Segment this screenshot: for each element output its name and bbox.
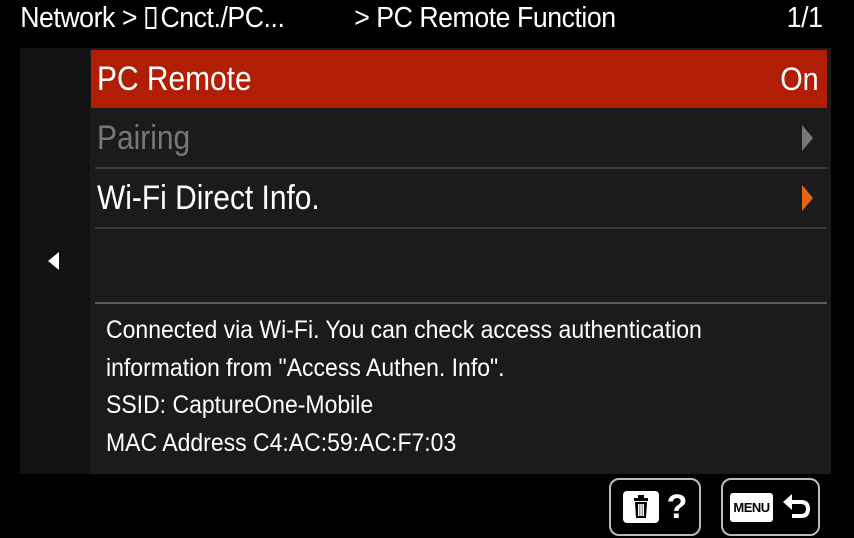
- menu-item-wifi-direct-info[interactable]: Wi-Fi Direct Info.: [91, 169, 827, 229]
- mac-address-text: MAC Address C4:AC:59:AC:F7:03: [106, 428, 457, 457]
- breadcrumb-cnct-pc[interactable]: Cnct./PC...: [160, 2, 284, 34]
- menu-label: MENU: [730, 492, 773, 522]
- menu-item-label: PC Remote: [97, 59, 252, 98]
- return-arrow-icon: [781, 490, 811, 525]
- menu-return-button[interactable]: MENU: [721, 478, 820, 536]
- menu-item-label: Wi-Fi Direct Info.: [97, 178, 320, 217]
- info-line: Connected via Wi-Fi. You can check acces…: [106, 316, 702, 344]
- ssid-text: SSID: CaptureOne-Mobile: [106, 391, 374, 419]
- breadcrumb-network[interactable]: Network >: [20, 2, 137, 34]
- menu-item-label: Pairing: [97, 118, 191, 157]
- info-divider: [95, 302, 827, 304]
- right-triangle-icon: [802, 185, 813, 211]
- left-triangle-icon[interactable]: [48, 252, 59, 270]
- info-text: Connected via Wi-Fi. You can check acces…: [106, 312, 826, 462]
- info-line: information from "Access Authen. Info".: [106, 353, 505, 382]
- header-bar: Network > Cnct./PC... > PC Remote Functi…: [0, 0, 823, 40]
- page-indicator: 1/1: [786, 2, 823, 34]
- trash-icon: [622, 491, 659, 523]
- menu-item-value: On: [780, 60, 819, 97]
- menu-item-pc-remote[interactable]: PC Remote On: [91, 50, 827, 108]
- help-label: ?: [666, 487, 688, 526]
- page-title: > PC Remote Function: [354, 2, 616, 34]
- right-triangle-icon: [802, 125, 813, 151]
- menu-item-pairing[interactable]: Pairing: [91, 109, 827, 169]
- breadcrumb: Network > Cnct./PC...: [20, 2, 285, 35]
- connection-icon: [145, 7, 157, 29]
- help-button[interactable]: ?: [609, 478, 701, 536]
